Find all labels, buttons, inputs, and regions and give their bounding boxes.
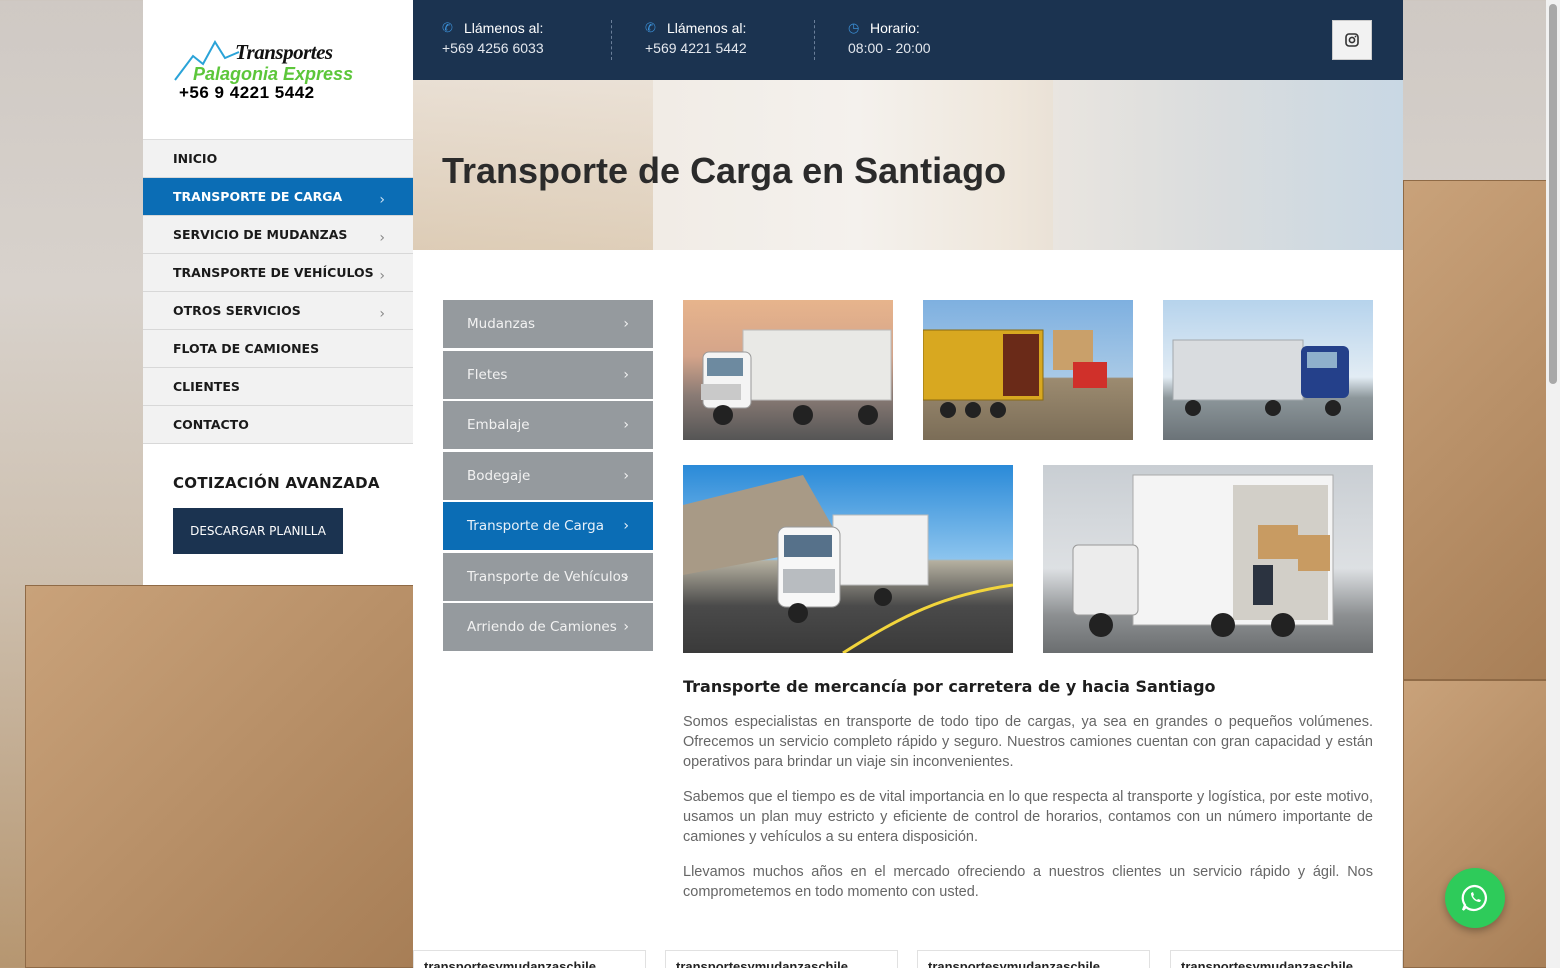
menu-item-label: TRANSPORTE DE CARGA — [173, 189, 343, 204]
contact-value[interactable]: +569 4221 5442 — [645, 40, 747, 56]
service-item-label: Transporte de Vehículos — [467, 568, 628, 585]
service-item-label: Mudanzas — [467, 316, 535, 332]
contact-label: Llámenos al: — [667, 20, 747, 36]
contact-phone-2: ✆ Llámenos al: +569 4221 5442 — [645, 20, 747, 56]
menu-item-servicio-de-mudanzas[interactable]: SERVICIO DE MUDANZAS › — [143, 216, 413, 254]
service-item-label: Bodegaje — [467, 467, 531, 484]
background-box — [1403, 180, 1560, 680]
service-item-arriendo-de-camiones[interactable]: Arriendo de Camiones › — [443, 603, 653, 651]
loading-truck-illustration — [1072, 474, 1334, 637]
logo-line2: Palagonia Express — [193, 64, 354, 84]
menu-item-inicio[interactable]: INICIO — [143, 140, 413, 178]
feed-card[interactable]: transportesymudanzaschile — [1170, 950, 1403, 968]
download-template-button[interactable]: DESCARGAR PLANILLA — [173, 508, 343, 554]
page-title: Transporte de Carga en Santiago — [442, 150, 1007, 191]
service-item-label: Fletes — [467, 366, 508, 383]
menu-item-label: CONTACTO — [173, 417, 249, 432]
chevron-right-icon: › — [379, 306, 385, 322]
gallery-photo-truck-sunset[interactable] — [683, 300, 893, 440]
gallery-photo-container-forklift[interactable] — [923, 300, 1133, 440]
contact-value[interactable]: +569 4256 6033 — [442, 40, 544, 56]
services-menu: Mudanzas › Fletes › Embalaje › Bodegaje › Tr… — [443, 300, 653, 654]
quote-title: COTIZACIÓN AVANZADA — [173, 474, 380, 492]
chevron-right-icon: › — [379, 192, 385, 208]
contact-label: Llámenos al: — [464, 20, 544, 36]
truck-illustration — [701, 329, 892, 425]
menu-item-transporte-de-vehiculos[interactable]: TRANSPORTE DE VEHÍCULOS › — [143, 254, 413, 292]
background-box — [25, 585, 415, 968]
menu-item-label: OTROS SERVICIOS — [173, 303, 301, 318]
menu-item-label: SERVICIO DE MUDANZAS — [173, 227, 348, 242]
content-paragraph: Somos especialistas en transporte de tod… — [683, 714, 1373, 770]
service-item-embalaje[interactable]: Embalaje › — [443, 401, 653, 449]
chevron-right-icon: › — [623, 316, 629, 332]
contact-hours: ◷ Horario: 08:00 - 20:00 — [848, 20, 931, 56]
logo-phone: +56 9 4221 5442 — [179, 83, 315, 102]
service-item-transporte-de-carga[interactable]: Transporte de Carga › — [443, 502, 653, 550]
menu-item-label: CLIENTES — [173, 379, 240, 394]
blue-truck-illustration — [1172, 339, 1349, 416]
service-item-label: Transporte de Carga — [467, 518, 604, 534]
content-paragraph: Sabemos que el tiempo es de vital import… — [683, 789, 1373, 845]
menu-item-label: FLOTA DE CAMIONES — [173, 341, 320, 356]
logo[interactable]: Transportes Palagonia Express +56 9 4221… — [143, 0, 413, 140]
chevron-right-icon: › — [623, 518, 629, 534]
gallery-photo-highway-truck[interactable] — [683, 465, 1013, 653]
contact-label: Horario: — [870, 20, 920, 36]
content-heading: Transporte de mercancía por carretera de… — [683, 677, 1216, 696]
feed-card[interactable]: transportesymudanzaschile — [917, 950, 1150, 968]
divider — [814, 20, 815, 60]
feed-card[interactable]: transportesymudanzaschile — [413, 950, 646, 968]
main-content: ✆ Llámenos al: +569 4256 6033 ✆ Llámenos a… — [413, 0, 1403, 968]
gallery-photo-loading-boxes[interactable] — [1043, 465, 1373, 653]
menu-item-transporte-de-carga[interactable]: TRANSPORTE DE CARGA › — [143, 178, 413, 216]
hero-banner: Transporte de Carga en Santiago — [413, 80, 1403, 250]
sidebar: Transportes Palagonia Express +56 9 4221… — [143, 0, 413, 585]
service-item-bodegaje[interactable]: Bodegaje › — [443, 451, 653, 500]
main-menu: INICIO TRANSPORTE DE CARGA › SERVICIO DE … — [143, 140, 413, 444]
highway-illustration — [683, 475, 1013, 653]
chevron-right-icon: › — [623, 619, 629, 635]
gallery-photo-blue-truck[interactable] — [1163, 300, 1373, 440]
chevron-right-icon: › — [623, 366, 629, 383]
menu-item-clientes[interactable]: CLIENTES — [143, 368, 413, 406]
contact-value: 08:00 - 20:00 — [848, 40, 931, 56]
instagram-button[interactable] — [1332, 20, 1372, 60]
menu-item-flota-de-camiones[interactable]: FLOTA DE CAMIONES — [143, 330, 413, 368]
chevron-right-icon: › — [623, 467, 629, 484]
phone-icon: ✆ — [442, 20, 453, 35]
chevron-right-icon: › — [379, 268, 385, 284]
feed-card[interactable]: transportesymudanzaschile — [665, 950, 898, 968]
hero-background — [1053, 80, 1403, 250]
chevron-right-icon: › — [623, 568, 629, 585]
instagram-feed: transportesymudanzaschile transportesymu… — [413, 950, 1403, 968]
menu-item-otros-servicios[interactable]: OTROS SERVICIOS › — [143, 292, 413, 330]
clock-icon: ◷ — [848, 20, 860, 35]
service-item-fletes[interactable]: Fletes › — [443, 350, 653, 399]
top-bar: ✆ Llámenos al: +569 4256 6033 ✆ Llámenos a… — [413, 0, 1403, 80]
phone-icon: ✆ — [645, 20, 656, 35]
whatsapp-icon — [1461, 884, 1487, 912]
divider — [611, 20, 612, 60]
content-paragraph: Llevamos muchos años en el mercado ofrec… — [683, 864, 1373, 900]
content-section: Transporte de mercancía por carretera de… — [683, 677, 1373, 917]
scrollbar[interactable] — [1546, 0, 1560, 968]
container-illustration — [923, 329, 1107, 418]
menu-item-contacto[interactable]: CONTACTO — [143, 406, 413, 444]
scrollbar-thumb[interactable] — [1549, 4, 1557, 384]
menu-item-label: INICIO — [173, 151, 218, 166]
service-item-label: Arriendo de Camiones — [467, 619, 617, 635]
chevron-right-icon: › — [623, 417, 629, 433]
service-item-mudanzas[interactable]: Mudanzas › — [443, 300, 653, 348]
whatsapp-button[interactable] — [1445, 868, 1505, 928]
service-item-label: Embalaje — [467, 417, 530, 433]
instagram-icon — [1345, 33, 1359, 47]
contact-phone-1: ✆ Llámenos al: +569 4256 6033 — [442, 20, 544, 56]
logo-line1: Transportes — [235, 40, 333, 64]
service-item-transporte-de-vehiculos[interactable]: Transporte de Vehículos › — [443, 552, 653, 601]
chevron-right-icon: › — [379, 230, 385, 246]
menu-item-label: TRANSPORTE DE VEHÍCULOS — [173, 265, 374, 280]
